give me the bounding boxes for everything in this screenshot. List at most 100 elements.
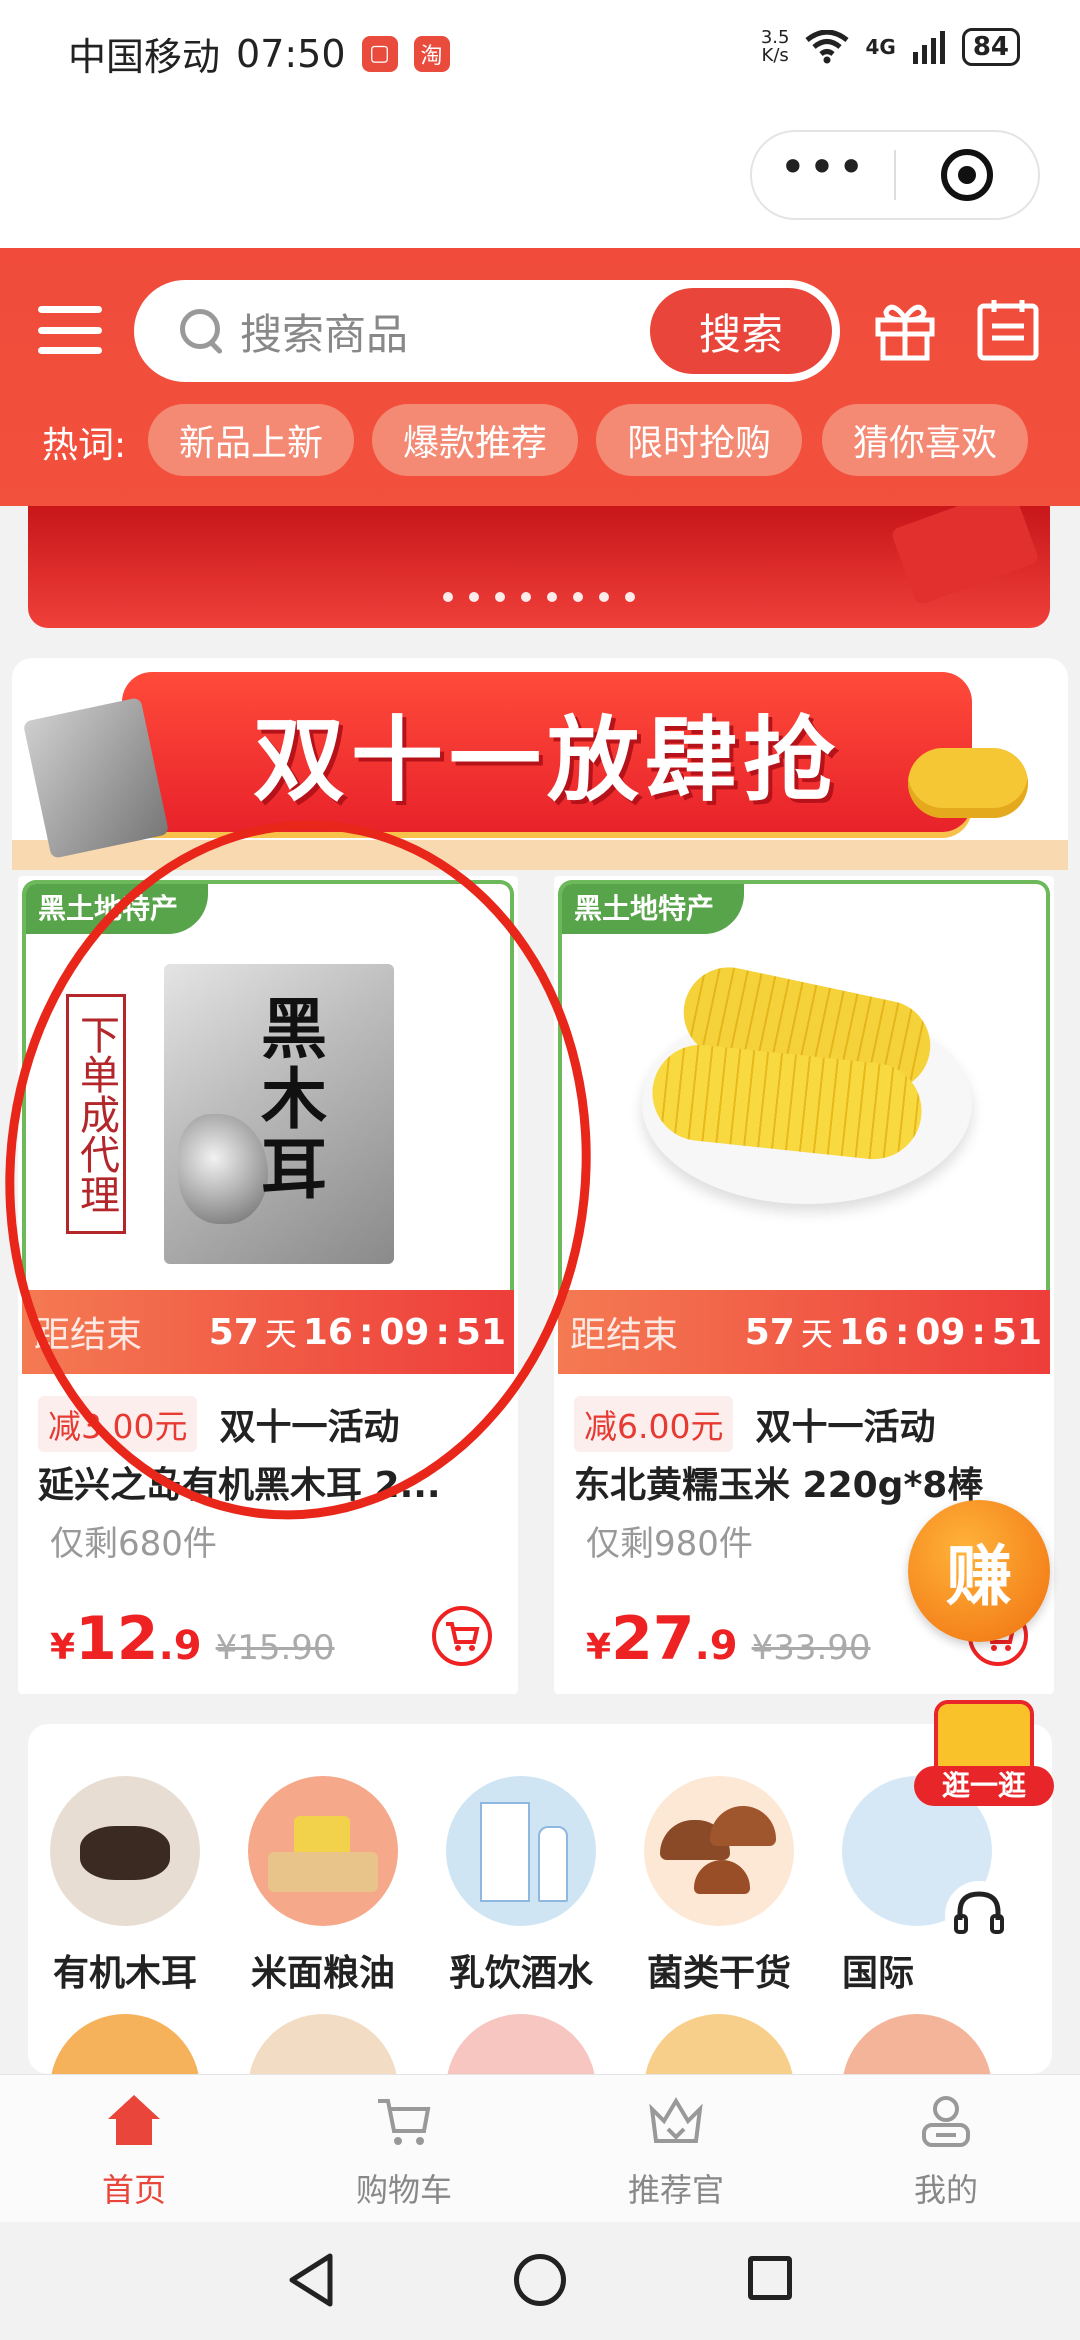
promo-line: 减6.00元 双十一活动 [574, 1396, 1044, 1452]
carousel-dot [573, 592, 583, 602]
price-integer: 12 [75, 1604, 159, 1674]
promo-title: 双十一放肆抢 [252, 706, 841, 814]
countdown-days: 57 [744, 1311, 795, 1353]
countdown-seconds: 51 [991, 1311, 1042, 1353]
price: ¥ 27 .9 ¥33.90 [586, 1604, 871, 1674]
product-image: 黑木耳 下单成代理 黑土地特产 [22, 880, 514, 1290]
search-button[interactable]: 搜索 [650, 288, 832, 374]
tab-label: 购物车 [355, 2171, 452, 2209]
add-to-cart-button[interactable] [432, 1606, 492, 1666]
back-icon[interactable] [286, 2252, 336, 2308]
tab-cart[interactable]: 购物车 [304, 2085, 504, 2211]
countdown-minutes: 09 [915, 1311, 966, 1353]
menu-icon[interactable] [38, 306, 102, 354]
net-speed-unit: K/s [761, 45, 789, 66]
promo-base [12, 840, 1068, 870]
hot-word-tag[interactable]: 新品上新 [148, 404, 354, 476]
battery-indicator: 84 [961, 28, 1020, 66]
category-label: 乳饮酒水 [448, 1953, 593, 1994]
network-type: 4G [865, 35, 896, 59]
stock-remaining: 仅剩680件 [50, 1524, 217, 1564]
countdown-days-unit: 天 [264, 1315, 297, 1353]
countdown-time: 57 天 16: 09: 51 [209, 1309, 506, 1355]
search-bar[interactable]: 搜索商品 搜索 [134, 280, 840, 382]
header: 搜索商品 搜索 热词: 新品上新 爆款推荐 限时抢购 猜你喜欢 [0, 248, 1080, 506]
discount-badge: 减3.00元 [38, 1396, 198, 1452]
tab-me[interactable]: 我的 [846, 2085, 1046, 2211]
product-tag: 黑土地特产 [562, 884, 745, 934]
agent-promo-label: 下单成代理 [66, 994, 126, 1234]
category-item[interactable]: 菌类干货 [634, 1776, 804, 1996]
price-decimal: .9 [694, 1623, 738, 1669]
category-item[interactable]: 有机木耳 [40, 1776, 210, 1996]
earn-float-button[interactable]: 赚 [908, 1500, 1050, 1642]
event-label: 双十一活动 [755, 1407, 936, 1448]
promo-corn-image [908, 748, 1028, 818]
hot-word-tag[interactable]: 猜你喜欢 [822, 404, 1028, 476]
recent-apps-icon[interactable] [748, 2256, 792, 2300]
home-button-icon[interactable] [514, 2254, 566, 2306]
carousel-dot [547, 592, 557, 602]
countdown-bar: 距结束 57 天 16: 09: 51 [558, 1290, 1050, 1374]
category-image[interactable] [644, 2014, 794, 2074]
product-image: 黑土地特产 [558, 880, 1050, 1290]
status-left: 中国移动 07:50 ▢ 淘 [68, 26, 450, 81]
net-speed: 3.5 K/s [761, 29, 790, 65]
more-options-button[interactable]: ••• [752, 144, 894, 203]
category-image[interactable] [446, 2014, 596, 2074]
tab-label: 首页 [101, 2171, 166, 2209]
promo-banner[interactable]: 双十一放肆抢 [12, 658, 1068, 870]
discount-badge: 减6.00元 [574, 1396, 734, 1452]
countdown-label: 距结束 [34, 1315, 143, 1356]
countdown-bar: 距结束 57 天 16: 09: 51 [22, 1290, 514, 1374]
hot-word-tag[interactable]: 限时抢购 [596, 404, 802, 476]
headset-icon[interactable] [944, 1880, 1014, 1950]
clock: 07:50 [236, 31, 346, 76]
promo-bar: 双十一放肆抢 [122, 672, 972, 832]
gift-icon[interactable] [872, 296, 938, 362]
browse-float-button[interactable]: 逛一逛 [914, 1670, 1054, 1806]
wifi-icon [805, 30, 850, 64]
product-card[interactable]: 黑木耳 下单成代理 黑土地特产 距结束 57 天 16: 09: 51 减3.0… [18, 876, 518, 1694]
bottom-tab-bar: 首页 购物车 推荐官 我的 [0, 2074, 1080, 2222]
category-image [644, 1776, 794, 1926]
category-item[interactable]: 米面粮油 [238, 1776, 408, 1996]
tab-recommender[interactable]: 推荐官 [576, 2085, 776, 2211]
countdown-minutes: 09 [379, 1311, 430, 1353]
countdown-days-unit: 天 [800, 1315, 833, 1353]
product-title[interactable]: 延兴之岛有机黑木耳 2... [38, 1456, 508, 1508]
carousel-dot [469, 592, 479, 602]
product-tag: 黑土地特产 [26, 884, 209, 934]
category-image[interactable] [842, 2014, 992, 2074]
calendar-icon[interactable] [976, 298, 1040, 362]
hot-word-tag[interactable]: 爆款推荐 [372, 404, 578, 476]
category-image[interactable] [50, 2014, 200, 2074]
price-decimal: .9 [158, 1623, 202, 1669]
status-bar: 中国移动 07:50 ▢ 淘 3.5 K/s 4G 84 [0, 0, 1080, 100]
category-image[interactable] [248, 2014, 398, 2074]
original-price: ¥15.90 [215, 1628, 335, 1668]
close-miniprogram-button[interactable] [896, 149, 1038, 201]
countdown-days: 57 [208, 1311, 259, 1353]
category-grid: 有机木耳 米面粮油 乳饮酒水 菌类干货 国际 [28, 1724, 1052, 2074]
system-nav-bar [0, 2222, 1080, 2340]
countdown-time: 57 天 16: 09: 51 [745, 1309, 1042, 1355]
bag-label: 黑木耳 [250, 994, 328, 1204]
carousel-dot [521, 592, 531, 602]
event-label: 双十一活动 [219, 1407, 400, 1448]
status-right: 3.5 K/s 4G 84 [761, 28, 1020, 66]
tab-home[interactable]: 首页 [34, 2085, 234, 2211]
carousel-banner[interactable] [28, 506, 1050, 628]
category-image [446, 1776, 596, 1926]
countdown-hours: 16 [302, 1311, 353, 1353]
hot-words-label: 热词: [42, 425, 127, 466]
carousel-dot [495, 592, 505, 602]
carousel-dot [599, 592, 609, 602]
currency-symbol: ¥ [50, 1627, 76, 1668]
category-item[interactable]: 乳饮酒水 [436, 1776, 606, 1996]
fungus-bag-image: 黑木耳 [164, 964, 394, 1264]
cart-icon [446, 1622, 480, 1651]
search-input[interactable]: 搜索商品 [240, 301, 650, 362]
carousel-dot [443, 592, 453, 602]
banner-stamp [890, 506, 1040, 606]
